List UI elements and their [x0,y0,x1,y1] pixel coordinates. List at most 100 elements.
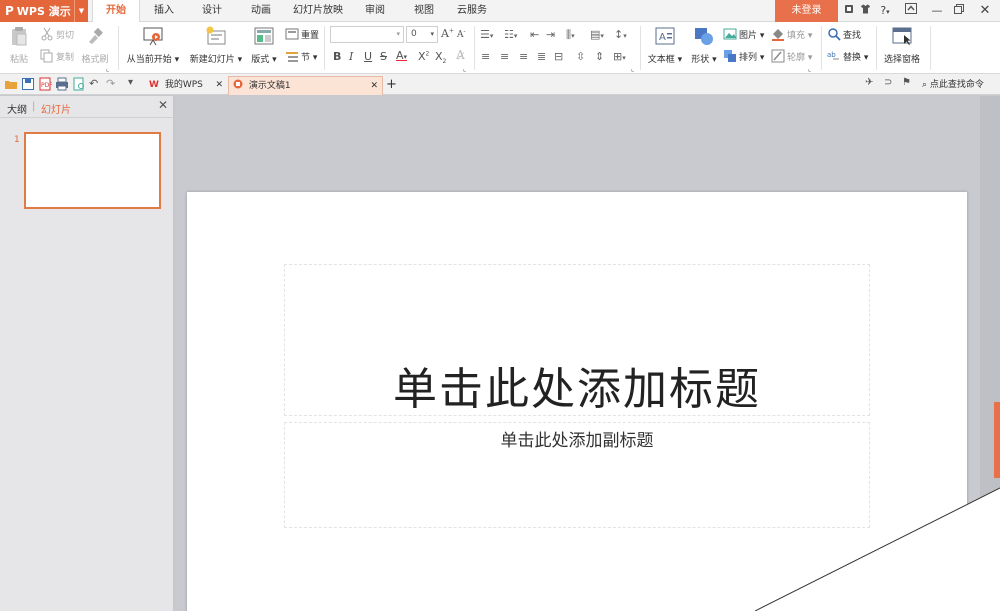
drawing-dialog-launcher-icon[interactable]: ⌞ [808,65,811,73]
new-tab-button[interactable]: + [386,76,400,95]
paste-button[interactable]: 粘贴 [6,26,32,65]
justify-icon[interactable]: ≣ [537,50,546,63]
redo-icon[interactable]: ↷ [106,77,120,91]
tab-outline[interactable]: 大纲 [7,101,27,116]
tab-animation[interactable]: 动画 [239,0,283,22]
search-icon: ⌕ [922,80,928,90]
slide-thumbnail[interactable] [24,132,161,209]
export-pdf-icon[interactable]: PDF [38,77,53,91]
play-from-current-button[interactable]: 从当前开始 ▾ [124,26,182,65]
command-search[interactable]: ⌕ 点此查找命令 [922,76,1000,95]
distribute-icon[interactable]: ⊟ [554,50,563,63]
help-icon[interactable]: ?▾ [876,0,894,22]
increase-indent-icon[interactable]: ⇥ [546,28,555,41]
textbox-button[interactable]: A 文本框 ▾ [645,26,685,65]
decrease-indent-icon[interactable]: ⇤ [530,28,539,41]
brush-icon [84,26,106,46]
share-icon[interactable]: ⊃ [884,77,898,91]
replace-icon: ab [827,49,841,63]
maximize-icon[interactable] [951,0,967,22]
line-spacing-dropdown-icon[interactable]: ↕▾ [614,28,627,41]
align-left-icon[interactable]: ≡ [481,50,490,63]
align-center-icon[interactable]: ≡ [500,50,509,63]
restore-ribbon-icon[interactable] [902,0,920,22]
tab-view[interactable]: 视图 [404,0,444,22]
shirt-icon[interactable] [858,0,872,22]
columns-icon[interactable]: ▤▾ [590,28,604,41]
font-color-button[interactable]: A▾ [396,49,407,62]
bullets-icon[interactable]: ☰▾ [480,28,493,41]
clear-format-icon[interactable]: A̷ [456,48,465,62]
numbering-icon[interactable]: ☷▾ [504,28,517,41]
reset-button[interactable]: 重置 [285,26,319,42]
app-menu-button[interactable]: P WPS 演示 ▼ [0,0,88,22]
close-tab-icon[interactable]: ✕ [215,76,223,94]
align-right-icon[interactable]: ≡ [519,50,528,63]
tab-my-wps[interactable]: W 我的WPS ✕ [145,76,227,95]
skin-icon[interactable] [842,0,856,22]
minimize-icon[interactable]: — [930,0,944,22]
divider [876,26,877,70]
font-size-input[interactable]: 0 ▾ [406,26,438,43]
login-button[interactable]: 未登录 [775,0,838,22]
open-folder-icon[interactable] [4,77,18,91]
close-icon[interactable]: ✕ [976,0,994,22]
font-name-input[interactable]: ▾ [330,26,404,43]
shape-button[interactable]: 形状 ▾ [688,26,720,65]
tab-design[interactable]: 设计 [190,0,234,22]
layout-button[interactable]: 版式 ▾ [249,26,279,65]
fill-bucket-icon [771,27,785,41]
shrink-font-icon[interactable]: A- [457,28,466,40]
divider [474,26,475,70]
tab-insert[interactable]: 插入 [143,0,185,22]
paragraph-spacing-icon[interactable]: ⇕ [595,50,604,63]
scrollbar-handle[interactable] [994,402,1000,478]
superscript-icon[interactable]: X2 [418,50,429,63]
collab-icon[interactable]: ✈ [865,77,879,91]
underline-button[interactable]: U [364,50,372,63]
undo-icon[interactable]: ↶ [89,77,103,91]
text-direction-icon[interactable]: ⫼▾ [566,28,575,42]
strikethrough-button[interactable]: S [380,50,387,63]
subscript-icon[interactable]: X2 [435,50,446,65]
flag-icon[interactable]: ⚑ [902,77,916,91]
picture-button[interactable]: 图片 ▾ [723,26,764,42]
print-preview-icon[interactable] [72,77,86,91]
bold-button[interactable]: B [333,50,341,63]
copy-button[interactable]: 复制 [40,48,74,64]
replace-button[interactable]: ab 替换 ▾ [827,48,868,64]
align-text-icon[interactable]: ⊞▾ [613,50,626,63]
close-panel-icon[interactable]: ✕ [158,98,168,112]
app-name: WPS 演示 [16,5,71,18]
close-tab-icon[interactable]: ✕ [370,77,378,95]
fill-button[interactable]: 填充 ▾ [771,26,812,42]
title-placeholder[interactable]: 单击此处添加标题 [284,264,870,416]
print-icon[interactable] [55,77,69,91]
tab-review[interactable]: 审阅 [355,0,395,22]
selection-pane-button[interactable]: 选择窗格 [882,26,922,65]
dialog-launcher-icon[interactable]: ⌞ [106,65,109,73]
tab-cloud[interactable]: 云服务 [452,0,492,22]
font-dialog-launcher-icon[interactable]: ⌞ [463,65,466,73]
section-button[interactable]: 节 ▾ [285,48,317,64]
tab-slideshow[interactable]: 幻灯片放映 [289,0,347,22]
paste-icon [8,26,30,46]
outline-button[interactable]: 轮廓 ▾ [771,48,812,64]
tab-presentation-1[interactable]: 演示文稿1 ✕ [228,76,383,95]
chevron-down-icon[interactable]: ▼ [74,0,88,22]
line-spacing-icon[interactable]: ⇳ [576,50,585,63]
tab-slides[interactable]: 幻灯片 [41,101,71,116]
paragraph-dialog-launcher-icon[interactable]: ⌞ [631,65,634,73]
format-painter-button[interactable]: 格式刷 [80,26,110,65]
arrange-button[interactable]: 排列 ▾ [723,48,764,64]
cut-button[interactable]: 剪切 [40,26,74,42]
divider [118,26,119,70]
grow-font-icon[interactable]: A+ [441,27,454,40]
outline-pen-icon [771,49,785,63]
tab-home[interactable]: 开始 [92,0,140,23]
italic-button[interactable]: I [349,50,353,63]
save-icon[interactable] [21,77,35,91]
find-button[interactable]: 查找 [827,26,861,42]
customize-quickbar-icon[interactable]: ▾ [128,77,142,91]
new-slide-button[interactable]: 新建幻灯片 ▾ [187,26,245,65]
